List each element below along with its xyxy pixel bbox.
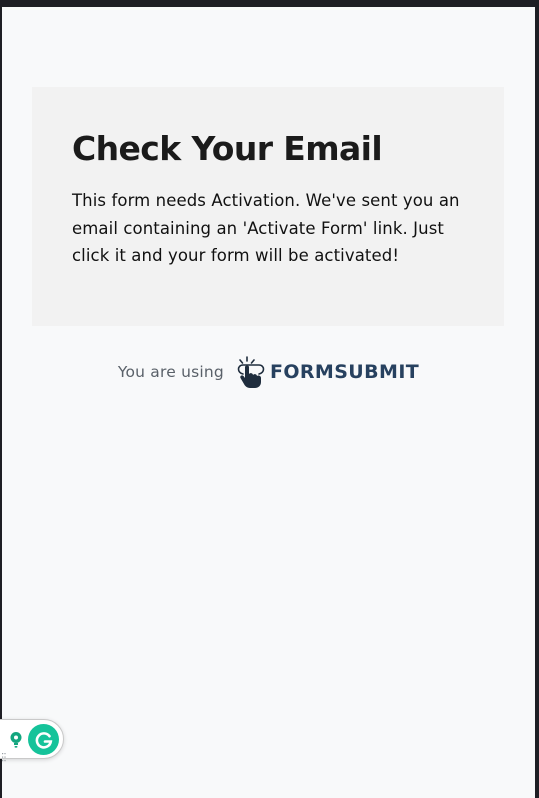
formsubmit-brand-name: FORMSUBMIT	[269, 361, 420, 383]
lightbulb-icon[interactable]	[9, 731, 23, 753]
powered-by-label: You are using	[117, 363, 224, 381]
grammarly-widget[interactable]	[0, 719, 64, 762]
page-title: Check Your Email	[72, 129, 383, 168]
page-viewport: Check Your Email This form needs Activat…	[2, 7, 535, 798]
formsubmit-logo-link[interactable]: FORMSUBMIT	[234, 355, 419, 389]
activation-card: Check Your Email This form needs Activat…	[32, 87, 504, 326]
drag-grip-icon[interactable]	[2, 747, 6, 766]
activation-message: This form needs Activation. We've sent y…	[72, 191, 460, 265]
powered-by: You are using FORMSUBMIT	[2, 355, 535, 389]
grammarly-g-icon[interactable]	[28, 724, 59, 755]
pointer-hand-icon	[234, 355, 268, 389]
